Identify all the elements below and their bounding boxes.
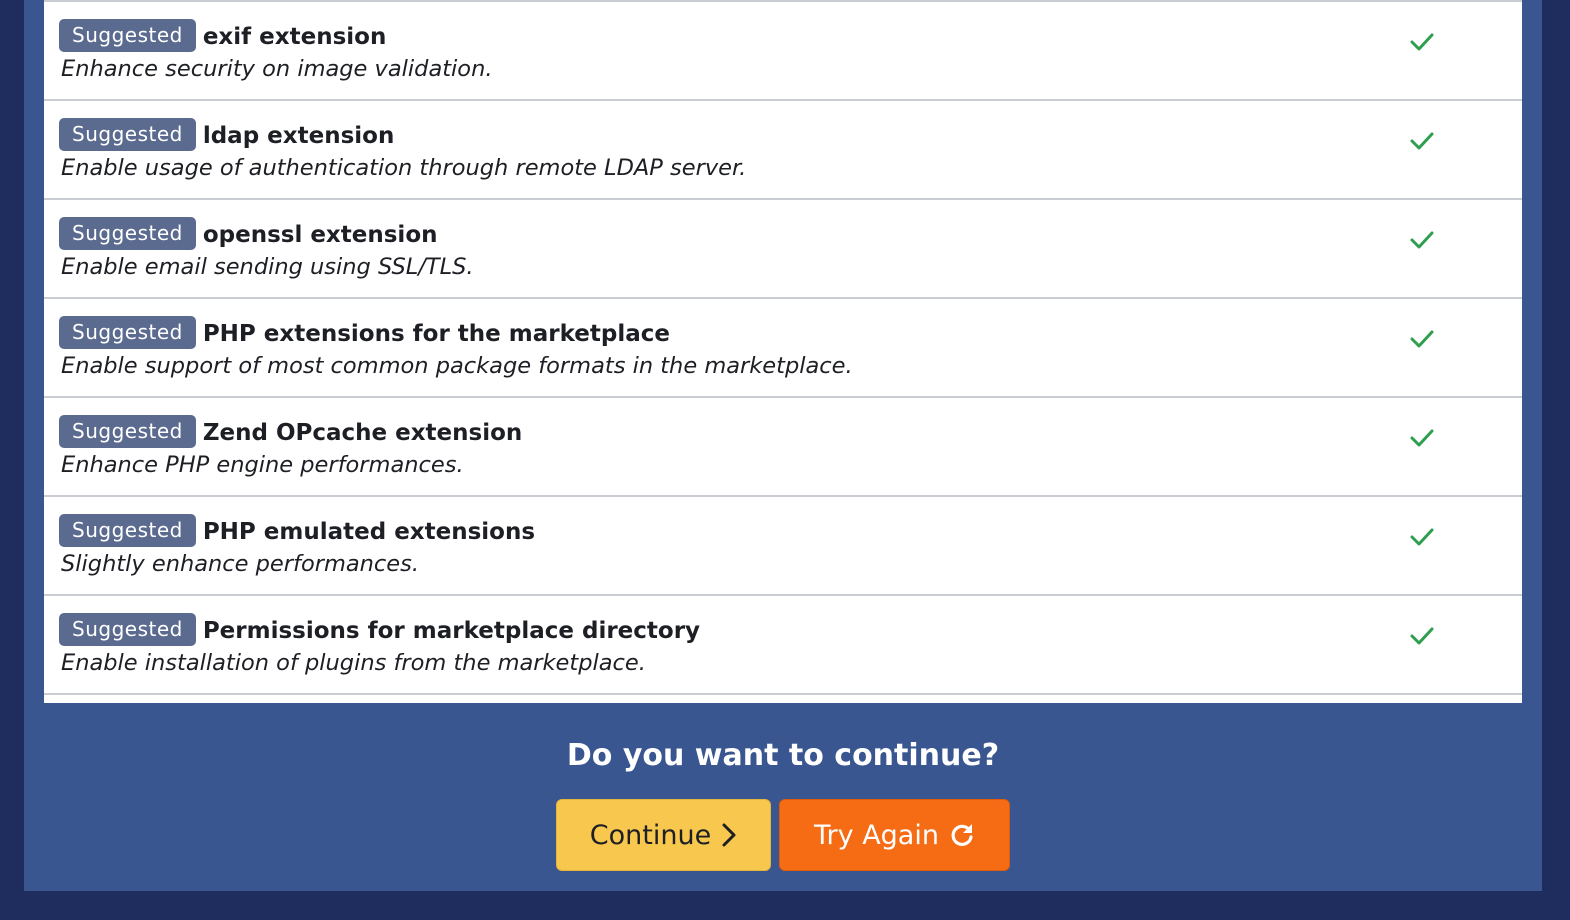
list-item: Suggested Zend OPcache extension Enhance… (44, 398, 1522, 497)
check-icon (1410, 330, 1434, 348)
requirements-panel: Suggested exif extension Enhance securit… (24, 0, 1542, 891)
check-icon (1410, 528, 1434, 546)
requirement-title: ldap extension (202, 123, 395, 149)
requirement-title: exif extension (202, 24, 387, 50)
status-badge: Suggested (59, 612, 196, 646)
continue-question: Do you want to continue? (566, 738, 1000, 773)
requirements-list: Suggested exif extension Enhance securit… (44, 0, 1522, 703)
requirement-description: Slightly enhance performances. (61, 551, 420, 577)
list-item: Suggested PHP emulated extensions Slight… (44, 497, 1522, 596)
requirement-description: Enhance PHP engine performances. (61, 452, 464, 478)
status-badge: Suggested (59, 513, 196, 547)
list-item: Suggested PHP extensions for the marketp… (44, 299, 1522, 398)
list-item: Suggested ldap extension Enable usage of… (44, 101, 1522, 200)
status-badge: Suggested (59, 414, 196, 448)
check-icon (1410, 627, 1434, 645)
requirement-description: Enhance security on image validation. (61, 56, 493, 82)
check-icon (1410, 132, 1434, 150)
try-again-button-label: Try Again (814, 819, 939, 851)
continue-button[interactable]: Continue (556, 799, 771, 871)
status-badge: Suggested (59, 18, 196, 52)
requirement-description: Enable usage of authentication through r… (61, 155, 747, 181)
requirement-title: openssl extension (202, 222, 438, 248)
check-icon (1410, 429, 1434, 447)
requirement-description: Enable support of most common package fo… (61, 353, 853, 379)
requirement-title: PHP emulated extensions (202, 519, 536, 545)
try-again-button[interactable]: Try Again (779, 799, 1010, 871)
status-badge: Suggested (59, 315, 196, 349)
check-icon (1410, 33, 1434, 51)
list-item: Suggested Permissions for marketplace di… (44, 596, 1522, 695)
requirement-title: PHP extensions for the marketplace (202, 321, 670, 347)
requirement-title: Zend OPcache extension (202, 420, 523, 446)
continue-button-label: Continue (589, 819, 712, 851)
status-badge: Suggested (59, 117, 196, 151)
requirement-description: Enable email sending using SSL/TLS. (61, 254, 474, 280)
redo-icon (951, 824, 973, 846)
requirement-description: Enable installation of plugins from the … (61, 650, 646, 676)
status-badge: Suggested (59, 216, 196, 250)
requirement-title: Permissions for marketplace directory (202, 618, 701, 644)
chevron-right-icon (722, 823, 736, 847)
list-item: Suggested exif extension Enhance securit… (44, 2, 1522, 101)
list-item: Suggested openssl extension Enable email… (44, 200, 1522, 299)
check-icon (1410, 231, 1434, 249)
